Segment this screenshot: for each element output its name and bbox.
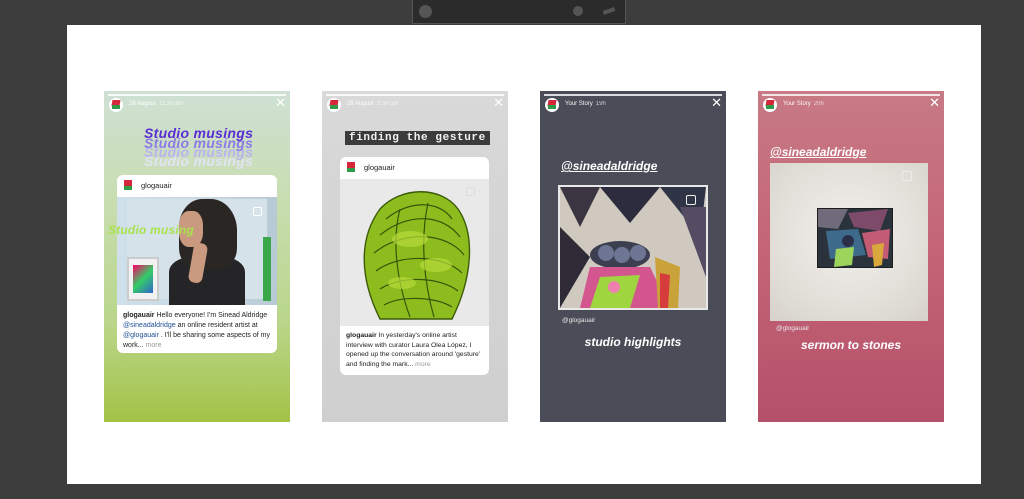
- post-username[interactable]: glogauair: [141, 181, 172, 190]
- story-meta: 28 August 11:30 am: [129, 101, 183, 107]
- shared-post[interactable]: glogauair glogauair Hello everyone! I'm …: [117, 175, 277, 353]
- caption-text: an online resident artist at: [175, 322, 258, 329]
- mention-link[interactable]: @sineadaldridge: [123, 322, 176, 329]
- record-icon[interactable]: [573, 6, 583, 16]
- green-brushstroke-painting: [340, 179, 489, 326]
- story-date: 28 August: [129, 101, 156, 107]
- close-icon[interactable]: ✕: [493, 96, 504, 109]
- shared-post[interactable]: glogauair glogauair In yesterday's onlin…: [340, 157, 489, 375]
- close-icon[interactable]: ✕: [711, 96, 722, 109]
- post-username[interactable]: glogauair: [364, 163, 395, 172]
- close-icon[interactable]: ✕: [929, 96, 940, 109]
- story-label: Your Story: [565, 101, 593, 107]
- square-icon[interactable]: [902, 171, 912, 181]
- story-card-3[interactable]: Your Story 19h ✕ @sineadaldridge @glogau…: [540, 91, 726, 422]
- glogau-logo-icon[interactable]: [109, 98, 123, 112]
- framed-artwork: [127, 257, 159, 301]
- square-icon[interactable]: [686, 195, 696, 205]
- more-link[interactable]: more: [144, 342, 162, 349]
- artist-photo: [117, 197, 277, 305]
- caption-text: Hello everyone! I'm Sinead Aldridge: [154, 312, 268, 319]
- story-caption: studio highlights: [584, 335, 682, 349]
- artwork-handle[interactable]: @glogauair: [562, 317, 595, 324]
- glogau-logo-icon[interactable]: [545, 98, 559, 112]
- close-icon[interactable]: ✕: [275, 96, 286, 109]
- story-time: 11:30 am: [158, 101, 184, 107]
- story-meta: Your Story 19h: [565, 101, 606, 107]
- more-link[interactable]: more: [413, 361, 431, 368]
- story-label: Your Story: [783, 101, 811, 107]
- glogau-logo-icon: [346, 162, 356, 172]
- presentation-canvas: 28 August 11:30 am ✕ Studio musings Studi…: [67, 25, 981, 484]
- story-meta: 28 August 3:58 pm: [347, 101, 398, 107]
- square-icon[interactable]: [466, 187, 475, 196]
- mention-sticker[interactable]: @sineadaldridge: [770, 145, 866, 159]
- story-progress-bar: [544, 94, 722, 96]
- story-time: 3:58 pm: [376, 101, 399, 107]
- square-icon[interactable]: [253, 207, 262, 216]
- story-date: 28 August: [347, 101, 374, 107]
- hanging-artwork: [817, 208, 893, 268]
- story-progress-bar: [108, 94, 286, 96]
- glogau-logo-icon: [123, 180, 133, 190]
- story-card-2[interactable]: 28 August 3:58 pm ✕ finding the gesture g…: [322, 91, 508, 422]
- abstract-painting: [558, 185, 708, 310]
- post-caption: glogauair In yesterday's online artist i…: [346, 331, 484, 369]
- story-progress-bar: [326, 94, 504, 96]
- story-caption: sermon to stones: [800, 338, 902, 352]
- artwork-handle[interactable]: @glogauair: [776, 325, 809, 332]
- story-progress-bar: [762, 94, 940, 96]
- caption-username[interactable]: glogauair: [346, 332, 377, 339]
- story-headline: finding the gesture: [345, 131, 490, 145]
- glogau-logo-icon[interactable]: [327, 98, 341, 112]
- glogau-logo-icon[interactable]: [763, 98, 777, 112]
- top-window-strip: [412, 0, 626, 24]
- story-time: 19h: [595, 101, 606, 107]
- mention-sticker[interactable]: @sineadaldridge: [561, 159, 657, 173]
- post-header: glogauair: [340, 157, 489, 177]
- story-meta: Your Story 20h: [783, 101, 824, 107]
- story-card-1[interactable]: 28 August 11:30 am ✕ Studio musings Studi…: [104, 91, 290, 422]
- overlay-text: Studio musing: [108, 223, 194, 237]
- app-logo-icon: [419, 5, 432, 18]
- story-title: Studio musings: [144, 125, 254, 141]
- post-header: glogauair: [117, 175, 277, 195]
- story-card-4[interactable]: Your Story 20h ✕ @sineadaldridge @glogaua…: [758, 91, 944, 422]
- post-caption: glogauair Hello everyone! I'm Sinead Ald…: [123, 311, 272, 351]
- story-time: 20h: [813, 101, 824, 107]
- mention-link[interactable]: @glogauair: [123, 332, 159, 339]
- edit-icon[interactable]: [602, 7, 616, 15]
- caption-username[interactable]: glogauair: [123, 312, 155, 319]
